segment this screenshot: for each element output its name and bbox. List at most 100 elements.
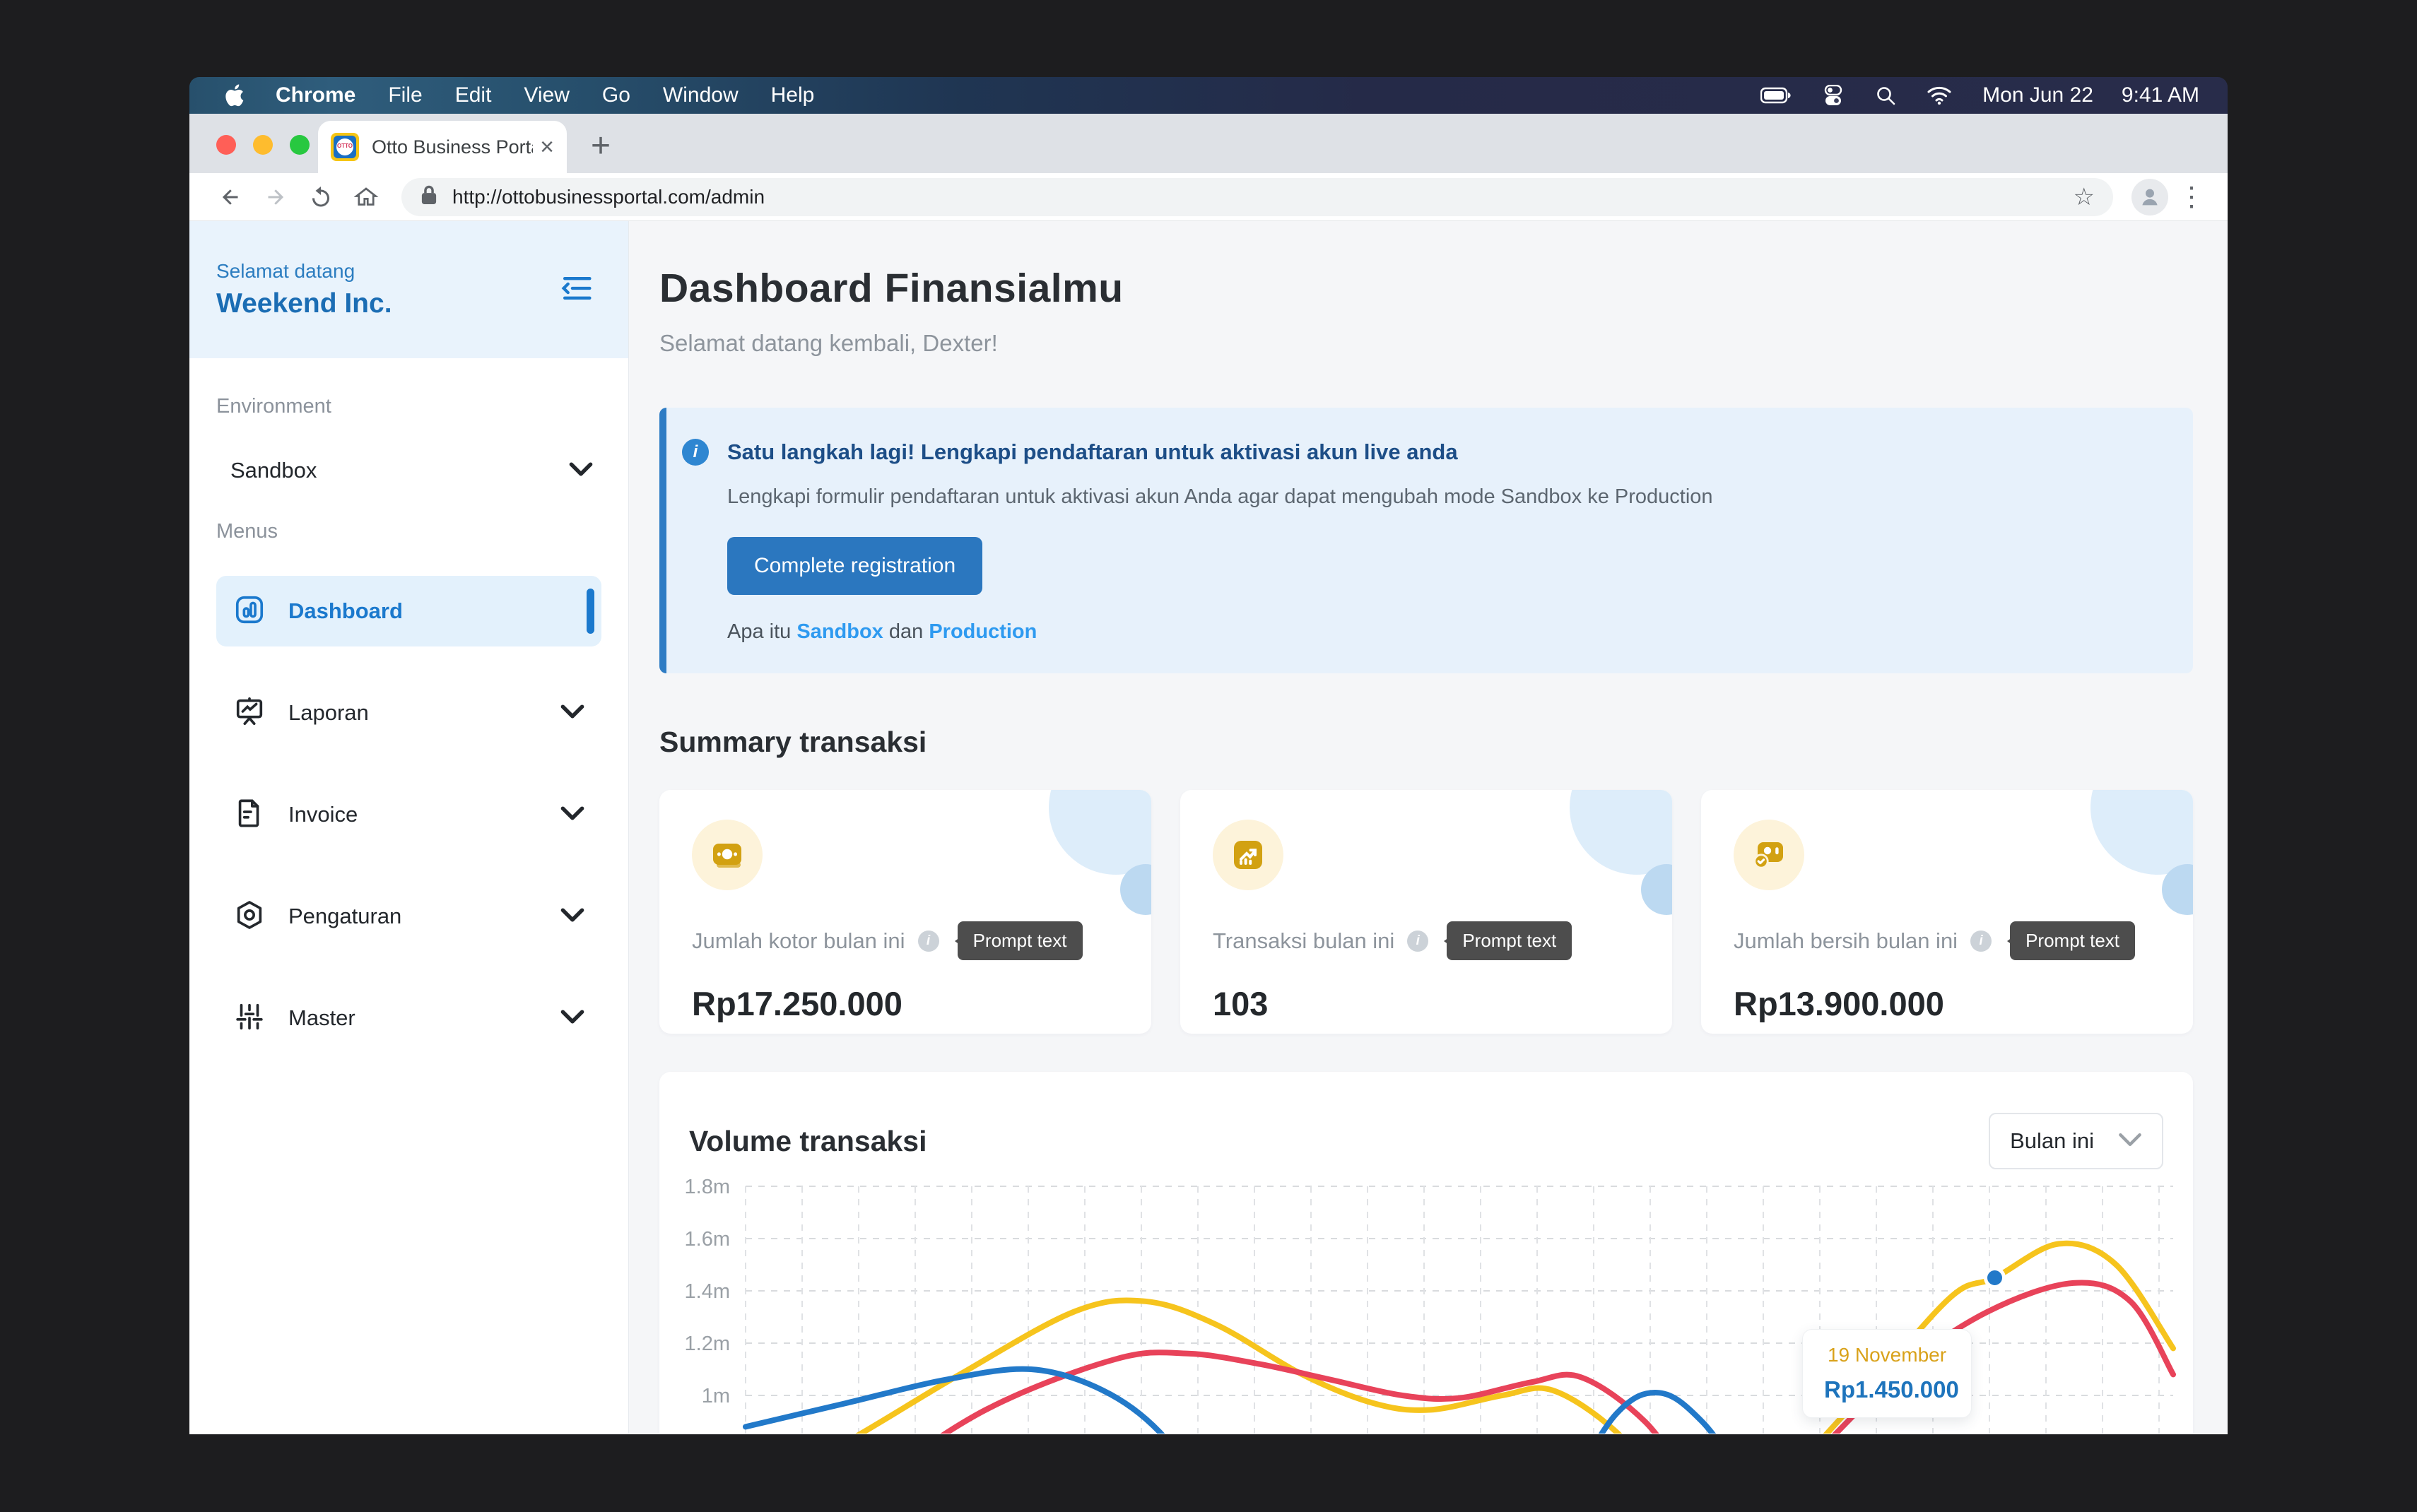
control-center-icon[interactable] — [1823, 85, 1844, 106]
sandbox-link[interactable]: Sandbox — [796, 620, 883, 643]
sliders-icon — [233, 1000, 266, 1036]
banknote-icon — [692, 820, 763, 890]
menubar-file[interactable]: File — [388, 83, 422, 107]
back-icon[interactable] — [212, 179, 249, 215]
sidebar-header: Selamat datang Weekend Inc. — [189, 221, 628, 358]
sidebar-greeting: Selamat datang — [216, 260, 392, 283]
tooltip-date: 19 November — [1824, 1344, 1950, 1366]
sidebar-item-label: Master — [288, 1005, 560, 1031]
production-link[interactable]: Production — [929, 620, 1037, 643]
window-minimize-button[interactable] — [253, 135, 273, 155]
page-title: Dashboard Finansialmu — [659, 265, 2193, 312]
battery-icon[interactable] — [1760, 87, 1792, 104]
menubar-date[interactable]: Mon Jun 22 — [1982, 83, 2093, 107]
svg-text:1.6m: 1.6m — [685, 1228, 730, 1251]
chevron-down-icon — [560, 907, 584, 926]
card-label: Jumlah bersih bulan ini — [1734, 928, 1958, 954]
card-value: 103 — [1213, 984, 1640, 1023]
info-icon: i — [682, 439, 709, 466]
svg-text:1m: 1m — [702, 1385, 730, 1407]
menubar-view[interactable]: View — [524, 83, 569, 107]
chart-marker-dot — [1986, 1269, 2004, 1287]
decorative-circle — [1570, 790, 1672, 875]
home-icon[interactable] — [348, 179, 384, 215]
menus-label: Menus — [216, 520, 601, 543]
tab-title: Otto Business Portal — [372, 136, 533, 158]
footnote-text: Apa itu — [727, 620, 796, 643]
tooltip-value: Rp1.450.000 — [1824, 1376, 1950, 1403]
chevron-down-icon — [560, 704, 584, 723]
sidebar-item-label: Invoice — [288, 802, 560, 827]
address-bar[interactable]: http://ottobusinessportal.com/admin ☆ — [401, 178, 2113, 216]
volume-heading: Volume transaksi — [689, 1125, 927, 1158]
chevron-down-icon — [560, 1009, 584, 1028]
banner-footnote: Apa itu Sandbox dan Production — [727, 620, 2165, 644]
reload-icon[interactable] — [302, 179, 339, 215]
new-tab-button[interactable]: + — [591, 129, 611, 163]
info-icon[interactable]: i — [918, 931, 939, 952]
prompt-tooltip: Prompt text — [958, 921, 1083, 960]
card-label: Jumlah kotor bulan ini — [692, 928, 905, 954]
summary-card-count: Transaksi bulan ini i Prompt text 103 — [1180, 790, 1672, 1034]
range-dropdown[interactable]: Bulan ini — [1989, 1113, 2163, 1169]
summary-card-gross: Jumlah kotor bulan ini i Prompt text Rp1… — [659, 790, 1151, 1034]
menubar-edit[interactable]: Edit — [455, 83, 492, 107]
complete-registration-button[interactable]: Complete registration — [727, 537, 982, 595]
bar-chart-icon — [233, 593, 266, 630]
apple-logo-icon[interactable] — [223, 83, 245, 108]
sidebar-item-label: Dashboard — [288, 598, 584, 624]
company-name: Weekend Inc. — [216, 288, 392, 319]
menubar-go[interactable]: Go — [602, 83, 630, 107]
sidebar-item-master[interactable]: Master — [216, 983, 601, 1053]
browser-menu-icon[interactable]: ⋮ — [2178, 181, 2205, 213]
sidebar-item-invoice[interactable]: Invoice — [216, 779, 601, 850]
chart-growth-icon — [1213, 820, 1283, 890]
summary-heading: Summary transaksi — [659, 726, 2193, 759]
info-icon[interactable]: i — [1970, 931, 1992, 952]
menubar-clock[interactable]: 9:41 AM — [2122, 83, 2199, 107]
browser-window: OTTO Otto Business Portal × + http://ott… — [189, 114, 2228, 1434]
tab-close-icon[interactable]: × — [540, 135, 554, 159]
wifi-icon[interactable] — [1927, 86, 1951, 105]
tab-strip: OTTO Otto Business Portal × + — [189, 114, 2228, 173]
card-value: Rp13.900.000 — [1734, 984, 2160, 1023]
menubar-help[interactable]: Help — [771, 83, 815, 107]
sidebar-item-label: Pengaturan — [288, 904, 560, 929]
sidebar: Selamat datang Weekend Inc. Environment … — [189, 221, 629, 1434]
url-text[interactable]: http://ottobusinessportal.com/admin — [452, 186, 2074, 208]
sidebar-item-dashboard[interactable]: Dashboard — [216, 576, 601, 646]
environment-label: Environment — [216, 395, 601, 418]
info-icon[interactable]: i — [1407, 931, 1428, 952]
forward-icon[interactable] — [257, 179, 294, 215]
chevron-down-icon — [2118, 1132, 2142, 1151]
collapse-sidebar-icon[interactable] — [560, 274, 593, 306]
chevron-down-icon — [569, 461, 593, 480]
prompt-tooltip: Prompt text — [2010, 921, 2135, 960]
bookmark-star-icon[interactable]: ☆ — [2074, 183, 2095, 211]
profile-avatar-icon[interactable] — [2131, 179, 2168, 215]
sidebar-item-pengaturan[interactable]: Pengaturan — [216, 881, 601, 952]
menubar-window[interactable]: Window — [663, 83, 739, 107]
sidebar-item-laporan[interactable]: Laporan — [216, 678, 601, 748]
window-close-button[interactable] — [216, 135, 236, 155]
decorative-circle — [2090, 790, 2193, 875]
lock-icon[interactable] — [420, 184, 438, 210]
environment-value: Sandbox — [230, 458, 317, 483]
browser-toolbar: http://ottobusinessportal.com/admin ☆ ⋮ — [189, 173, 2228, 221]
spotlight-search-icon[interactable] — [1875, 85, 1896, 106]
banner-body: Lengkapi formulir pendaftaran untuk akti… — [727, 485, 2165, 509]
banner-title: Satu langkah lagi! Lengkapi pendaftaran … — [727, 439, 1458, 465]
menubar-app-name[interactable]: Chrome — [276, 83, 355, 107]
document-icon — [233, 797, 266, 833]
settings-hexagon-icon — [233, 899, 266, 935]
card-value: Rp17.250.000 — [692, 984, 1119, 1023]
range-dropdown-value: Bulan ini — [2010, 1128, 2094, 1154]
page-subtitle: Selamat datang kembali, Dexter! — [659, 330, 2193, 357]
browser-tab[interactable]: OTTO Otto Business Portal × — [318, 121, 567, 173]
presentation-chart-icon — [233, 695, 266, 731]
chevron-down-icon — [560, 805, 584, 825]
card-label: Transaksi bulan ini — [1213, 928, 1394, 954]
window-zoom-button[interactable] — [290, 135, 310, 155]
environment-selector[interactable]: Sandbox — [216, 458, 601, 483]
banner-accent-bar — [659, 408, 666, 673]
